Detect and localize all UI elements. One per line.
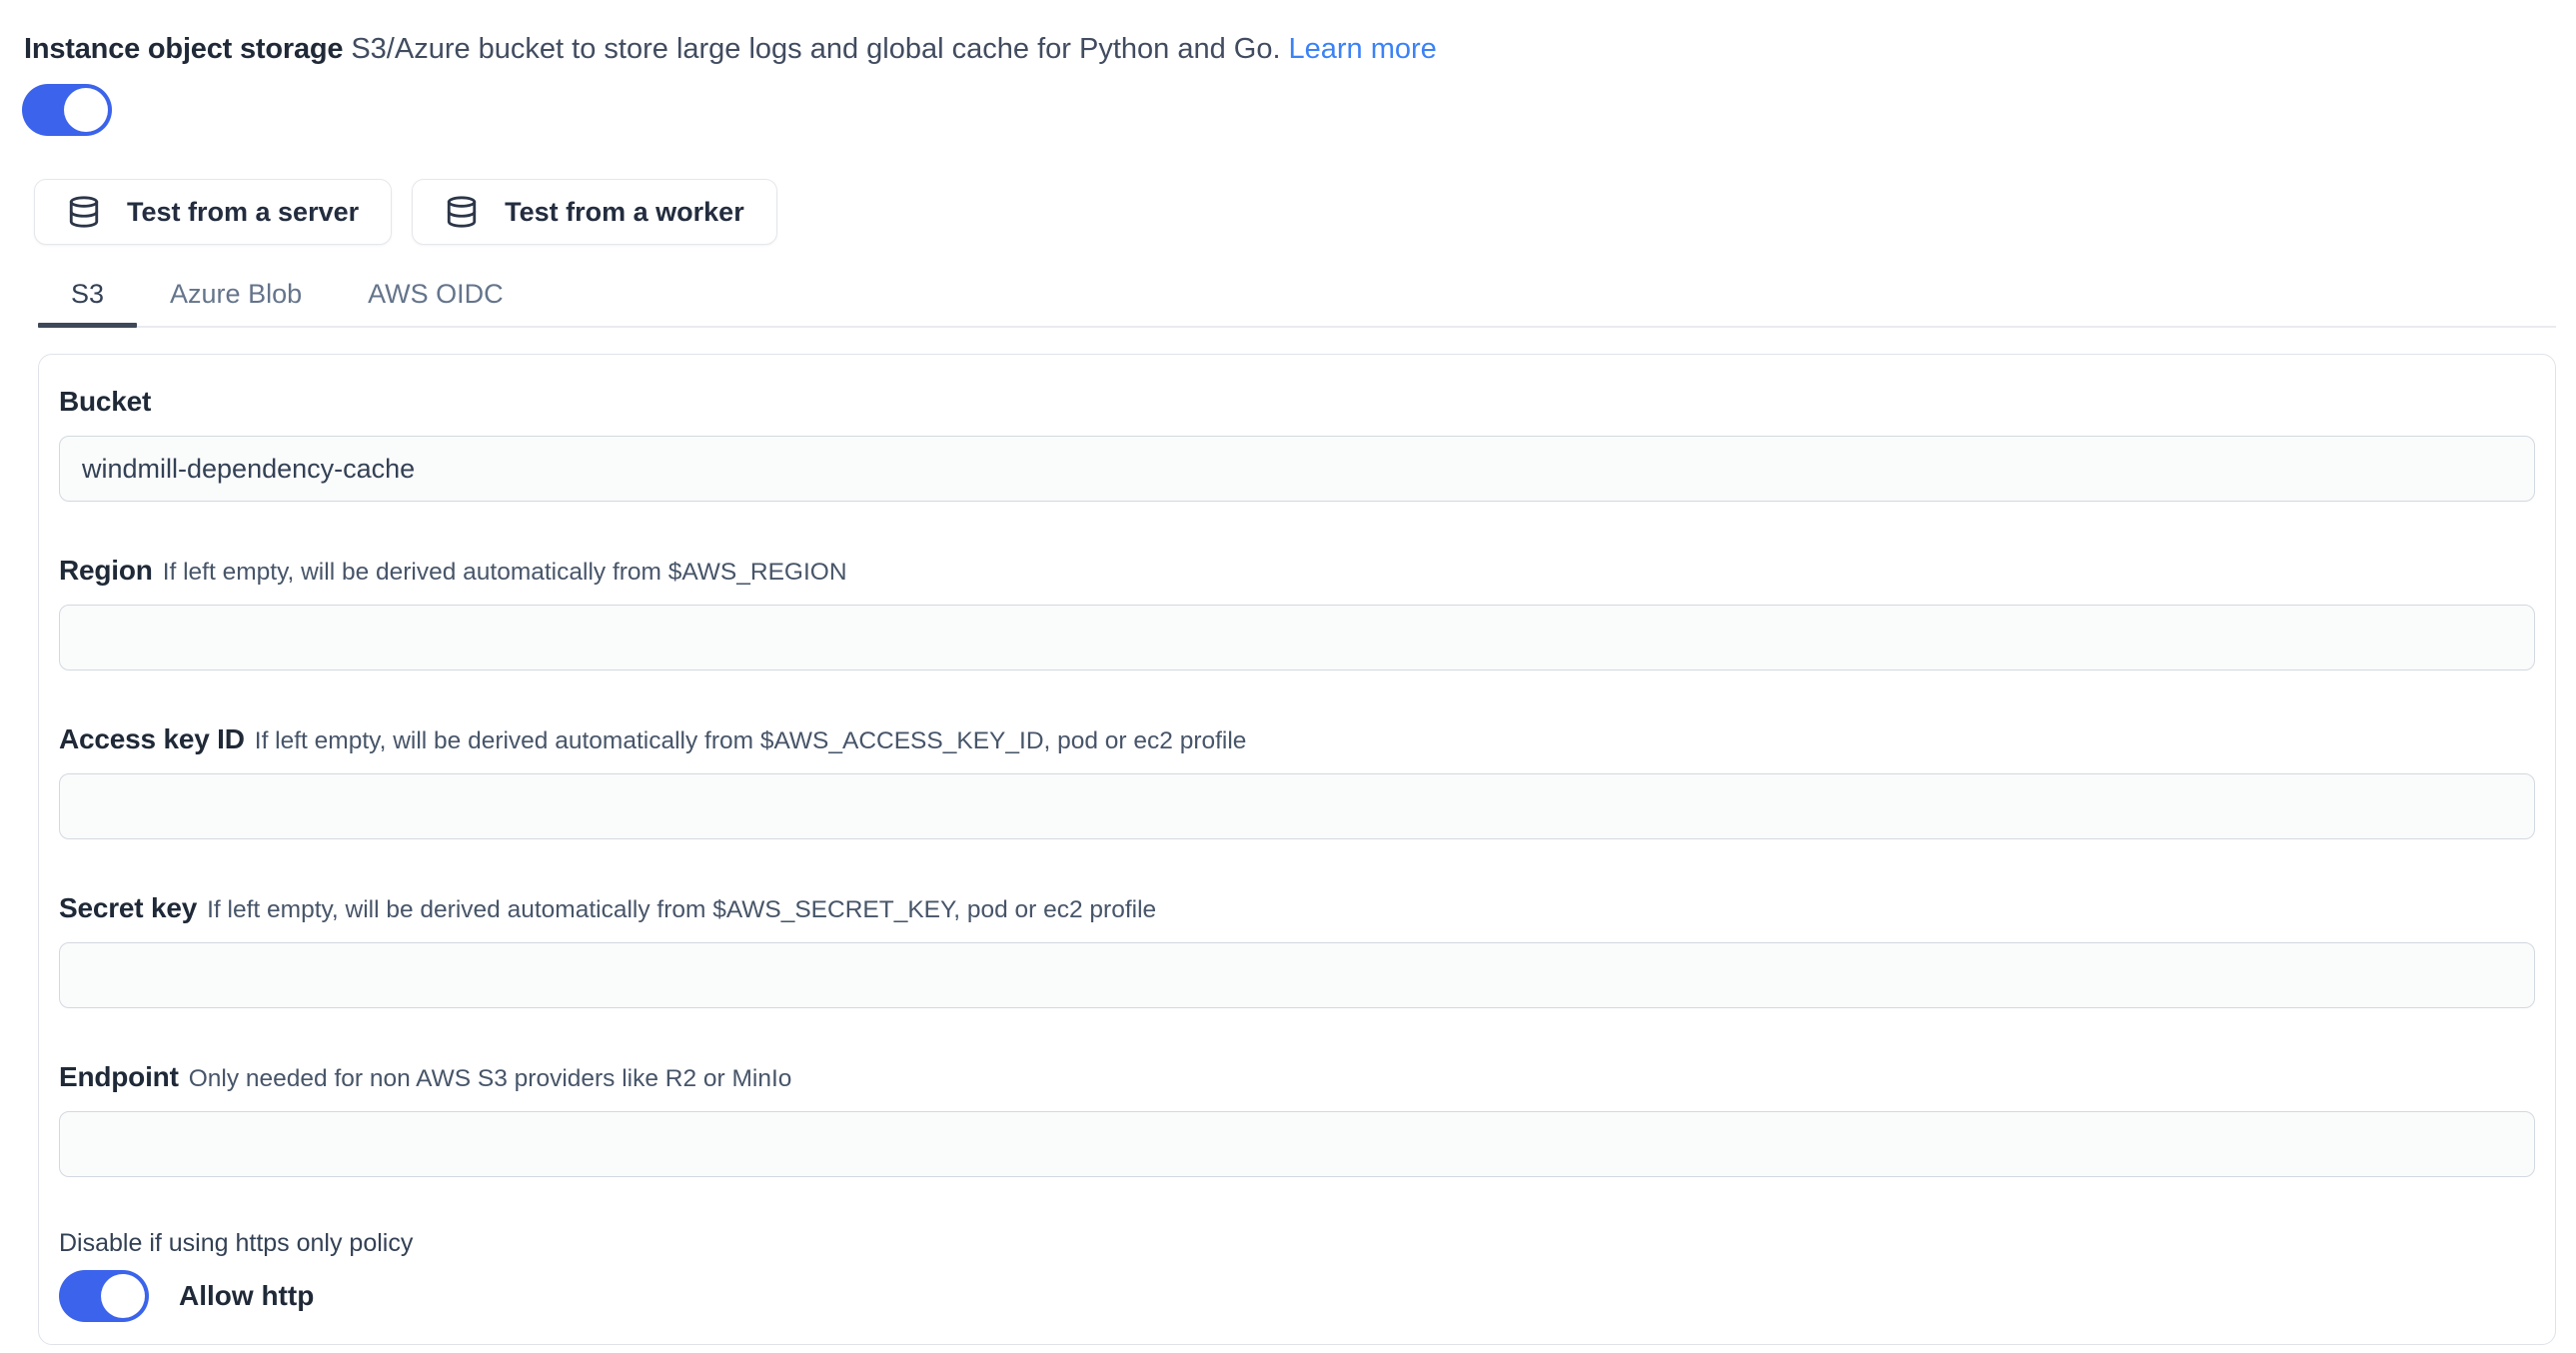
allow-http-section: Disable if using https only policy Allow… bbox=[59, 1229, 2535, 1322]
access-key-id-input[interactable] bbox=[59, 773, 2535, 839]
page-title: Instance object storage bbox=[24, 33, 343, 65]
secret-key-hint: If left empty, will be derived automatic… bbox=[207, 896, 1156, 923]
field-bucket: Bucket bbox=[59, 385, 2535, 502]
toggle-knob bbox=[64, 88, 108, 132]
region-label: Region bbox=[59, 555, 153, 586]
test-from-server-button[interactable]: Test from a server bbox=[34, 179, 392, 245]
tab-aws-oidc[interactable]: AWS OIDC bbox=[335, 267, 537, 326]
test-from-worker-label: Test from a worker bbox=[505, 197, 744, 228]
allow-http-toggle[interactable] bbox=[59, 1270, 149, 1322]
region-input[interactable] bbox=[59, 605, 2535, 671]
bucket-input[interactable] bbox=[59, 436, 2535, 502]
tab-s3[interactable]: S3 bbox=[38, 267, 137, 326]
field-secret-key: Secret key If left empty, will be derived… bbox=[59, 891, 2535, 1008]
test-buttons-row: Test from a server Test from a worker bbox=[34, 179, 2556, 245]
instance-object-storage-settings: Instance object storageS3/Azure bucket t… bbox=[0, 0, 2576, 1345]
section-header: Instance object storageS3/Azure bucket t… bbox=[24, 30, 2556, 68]
access-key-id-label: Access key ID bbox=[59, 723, 245, 754]
field-access-key-id: Access key ID If left empty, will be deri… bbox=[59, 722, 2535, 839]
field-region: Region If left empty, will be derived aut… bbox=[59, 554, 2535, 671]
database-icon bbox=[67, 195, 101, 229]
bucket-label: Bucket bbox=[59, 386, 151, 417]
secret-key-input[interactable] bbox=[59, 942, 2535, 1008]
tab-azure-blob[interactable]: Azure Blob bbox=[137, 267, 335, 326]
endpoint-hint: Only needed for non AWS S3 providers lik… bbox=[189, 1065, 792, 1092]
test-from-worker-button[interactable]: Test from a worker bbox=[412, 179, 777, 245]
test-from-server-label: Test from a server bbox=[127, 197, 359, 228]
page-description: S3/Azure bucket to store large logs and … bbox=[351, 33, 1280, 65]
access-key-id-hint: If left empty, will be derived automatic… bbox=[255, 727, 1247, 754]
allow-http-label: Allow http bbox=[179, 1280, 314, 1312]
field-endpoint: Endpoint Only needed for non AWS S3 provi… bbox=[59, 1060, 2535, 1177]
s3-settings-panel: Bucket Region If left empty, will be deri… bbox=[38, 354, 2556, 1345]
region-hint: If left empty, will be derived automatic… bbox=[163, 559, 847, 586]
secret-key-label: Secret key bbox=[59, 892, 197, 923]
allow-http-note: Disable if using https only policy bbox=[59, 1229, 2535, 1258]
database-icon bbox=[445, 195, 479, 229]
learn-more-link[interactable]: Learn more bbox=[1289, 33, 1437, 65]
storage-type-tabs: S3 Azure Blob AWS OIDC bbox=[38, 267, 2556, 328]
instance-object-storage-toggle[interactable] bbox=[22, 84, 112, 136]
toggle-knob bbox=[101, 1274, 145, 1318]
endpoint-input[interactable] bbox=[59, 1111, 2535, 1177]
endpoint-label: Endpoint bbox=[59, 1061, 179, 1092]
